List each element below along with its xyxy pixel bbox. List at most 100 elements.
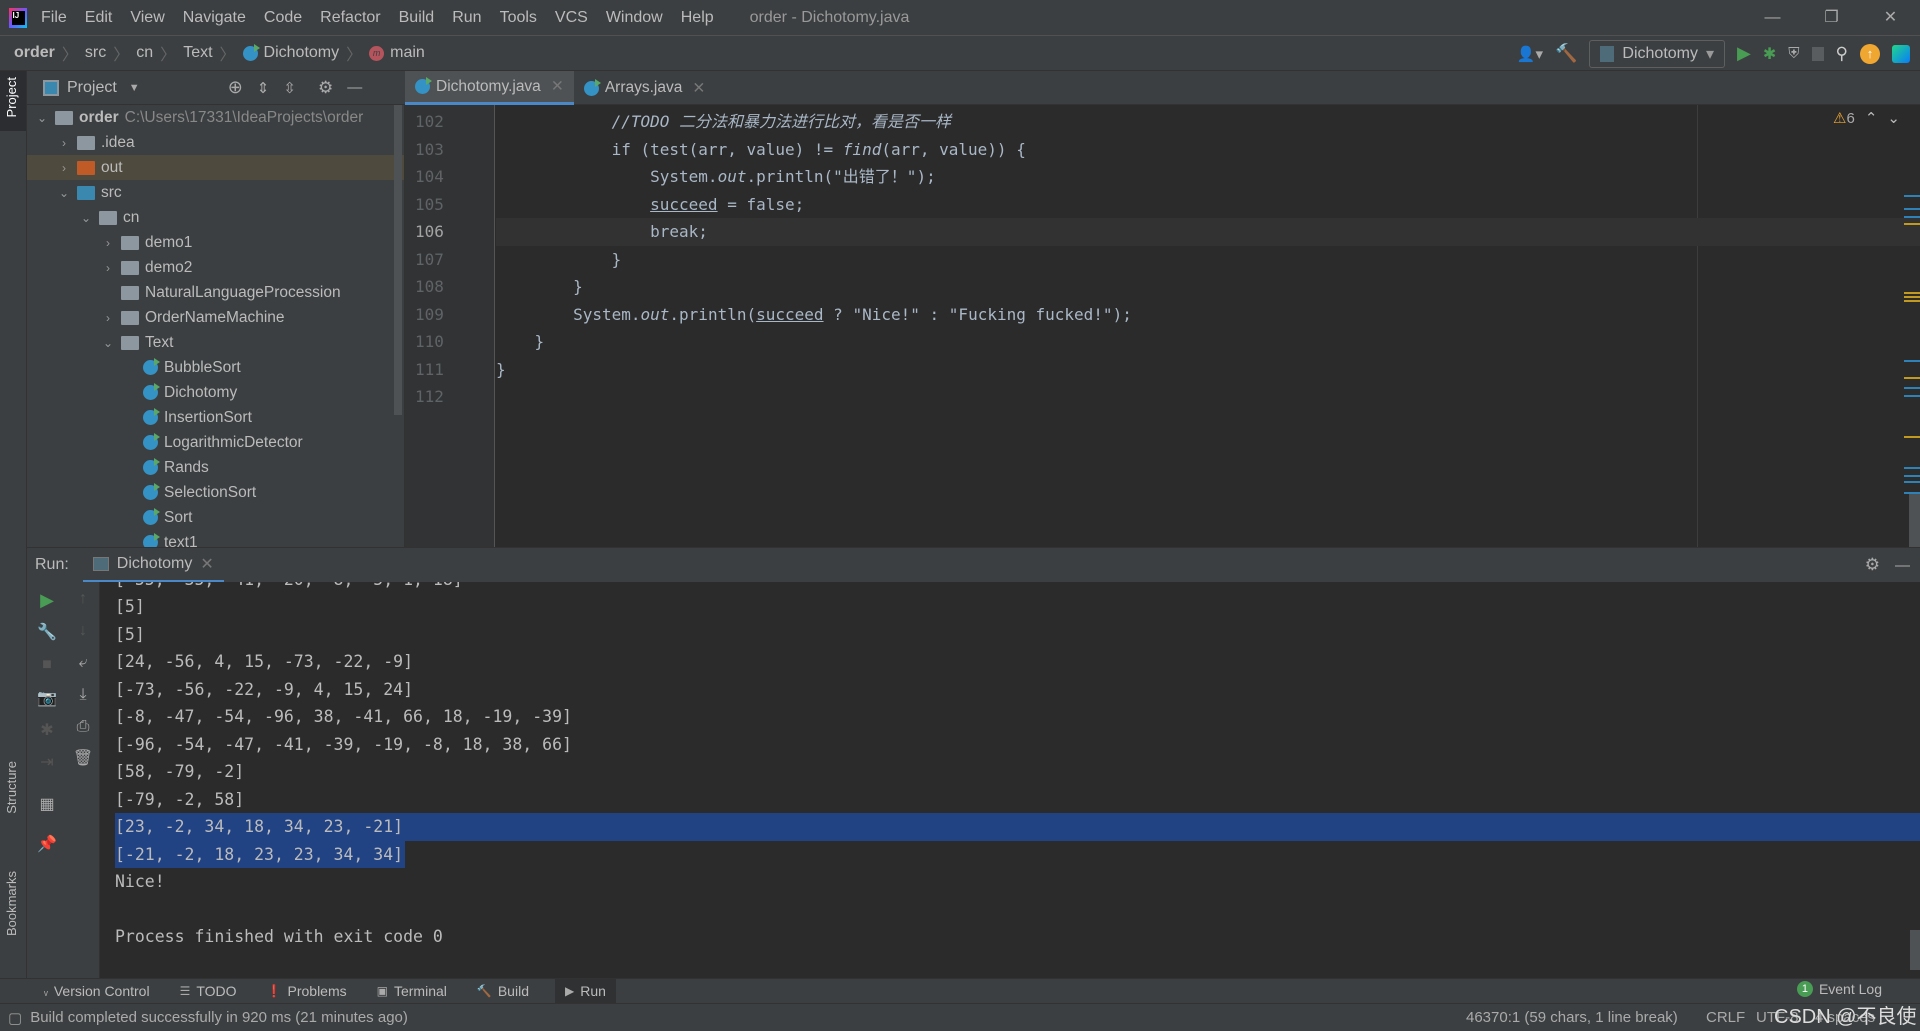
wrench-icon[interactable]: 🔧 <box>27 622 67 642</box>
tree-item-insertionsort[interactable]: InsertionSort <box>27 405 404 430</box>
code-line[interactable]: } <box>496 328 1920 356</box>
tool-tab-todo[interactable]: ☰ TODO <box>176 979 241 1004</box>
tab-dichotomy-java[interactable]: Dichotomy.java ✕ <box>405 71 574 105</box>
debug-icon[interactable]: ✱ <box>27 720 67 740</box>
tool-tab-problems[interactable]: ❗ Problems <box>263 979 351 1004</box>
breadcrumb-dichotomy[interactable]: Dichotomy <box>242 43 339 62</box>
project-tool-button[interactable]: Project <box>4 77 19 117</box>
tree-item-cn[interactable]: ⌄ cn <box>27 205 404 230</box>
console-output[interactable]: [-55, -35, -41, -20, -8, -5, 1, 18] [5] [… <box>100 582 1920 978</box>
tree-item-demo1[interactable]: › demo1 <box>27 230 404 255</box>
tree-item-naturallanguageprocession[interactable]: NaturalLanguageProcession <box>27 280 404 305</box>
menu-build[interactable]: Build <box>399 9 435 27</box>
up-arrow-icon[interactable]: ↑ <box>67 590 99 608</box>
code-line[interactable]: //TODO 二分法和暴力法进行比对，看是否一样 <box>496 108 1920 136</box>
down-arrow-icon[interactable]: ↓ <box>67 622 99 640</box>
code-line[interactable]: } <box>496 273 1920 301</box>
search-icon[interactable]: ⚲ <box>1836 44 1848 64</box>
close-tab-icon[interactable]: ✕ <box>551 77 564 96</box>
code-line[interactable]: } <box>496 356 1920 384</box>
expand-arrow-icon[interactable]: › <box>101 311 115 325</box>
print-icon[interactable]: ⎙ <box>67 718 99 736</box>
stop-icon[interactable] <box>1811 46 1824 61</box>
update-icon[interactable]: ↑ <box>1860 43 1880 64</box>
soft-wrap-icon[interactable]: ⤶ <box>67 654 99 672</box>
tree-item-bubblesort[interactable]: BubbleSort <box>27 355 404 380</box>
next-highlight-icon[interactable]: ⌄ <box>1887 109 1900 127</box>
hide-icon[interactable]: — <box>1895 557 1910 574</box>
build-hammer-icon[interactable]: 🔨 <box>1555 43 1577 64</box>
run-configuration-select[interactable]: Dichotomy ▾ <box>1589 39 1726 68</box>
tool-tab-terminal[interactable]: ▣ Terminal <box>373 979 451 1004</box>
console-scrollbar[interactable] <box>1910 930 1920 970</box>
status-message[interactable]: Build completed successfully in 920 ms (… <box>30 1009 408 1026</box>
tree-item-idea[interactable]: › .idea <box>27 130 404 155</box>
locate-icon[interactable]: ⊕ <box>228 77 243 98</box>
plugin-icon[interactable] <box>1892 44 1910 63</box>
tool-tab-version-control[interactable]: ᵥ Version Control <box>40 979 154 1004</box>
camera-icon[interactable]: 📷 <box>27 688 67 708</box>
close-tab-icon[interactable]: ✕ <box>200 554 213 574</box>
tree-item-dichotomy[interactable]: Dichotomy <box>27 380 404 405</box>
minimize-button[interactable]: — <box>1743 0 1802 36</box>
trash-icon[interactable]: 🗑 <box>67 748 99 768</box>
exit-icon[interactable]: ⇥ <box>27 752 67 772</box>
expand-all-icon[interactable]: ⇕ <box>257 79 270 97</box>
code-line[interactable]: if (test(arr, value) != find(arr, value)… <box>496 136 1920 164</box>
code-line[interactable]: System.out.println("出错了！"); <box>496 163 1920 191</box>
chevron-down-icon[interactable]: ▼ <box>129 82 140 94</box>
tree-item-selectionsort[interactable]: SelectionSort <box>27 480 404 505</box>
pin-icon[interactable]: 📌 <box>27 834 67 854</box>
menu-run[interactable]: Run <box>452 9 481 27</box>
menu-code[interactable]: Code <box>264 9 302 27</box>
layout-icon[interactable]: ▦ <box>27 794 67 814</box>
expand-arrow-icon[interactable]: › <box>57 161 71 175</box>
tree-item-logarithmicdetector[interactable]: LogarithmicDetector <box>27 430 404 455</box>
menu-vcs[interactable]: VCS <box>555 9 588 27</box>
menu-navigate[interactable]: Navigate <box>183 9 246 27</box>
rerun-icon[interactable]: ▶ <box>27 590 67 611</box>
tree-item-ordernamemachine[interactable]: › OrderNameMachine <box>27 305 404 330</box>
breadcrumb-cn[interactable]: cn <box>136 44 153 62</box>
code-line[interactable]: succeed = false; <box>496 191 1920 219</box>
gear-icon[interactable]: ⚙ <box>318 78 333 98</box>
tree-item-sort[interactable]: Sort <box>27 505 404 530</box>
scroll-to-end-icon[interactable]: ⤓ <box>67 686 99 704</box>
menu-refactor[interactable]: Refactor <box>320 9 380 27</box>
code-editor[interactable]: 102 103 104 105 106 107 108 109 110 111 112 //TODO… <box>405 105 1920 547</box>
expand-arrow-icon[interactable]: ⌄ <box>101 336 115 350</box>
tree-item-demo2[interactable]: › demo2 <box>27 255 404 280</box>
collapse-all-icon[interactable]: ⇳ <box>283 79 296 97</box>
expand-arrow-icon[interactable]: › <box>101 261 115 275</box>
tab-arrays-java[interactable]: Arrays.java ✕ <box>574 71 716 105</box>
structure-tool-button[interactable]: Structure <box>4 761 19 814</box>
breadcrumb-text[interactable]: Text <box>183 44 212 62</box>
expand-arrow-icon[interactable]: ⌄ <box>57 186 71 200</box>
restore-button[interactable]: ❐ <box>1802 0 1861 36</box>
close-button[interactable]: ✕ <box>1861 0 1920 36</box>
expand-arrow-icon[interactable]: ⌄ <box>79 211 93 225</box>
menu-tools[interactable]: Tools <box>500 9 537 27</box>
editor-scrollbar[interactable] <box>1909 494 1920 547</box>
tree-item-rands[interactable]: Rands <box>27 455 404 480</box>
gear-icon[interactable]: ⚙ <box>1865 555 1880 575</box>
tree-item-text1[interactable]: text1 <box>27 530 404 547</box>
tool-tab-run[interactable]: ▶ Run <box>554 978 616 1004</box>
menu-file[interactable]: File <box>41 9 67 27</box>
stop-icon[interactable]: ■ <box>27 656 67 674</box>
code-line[interactable] <box>496 383 1920 411</box>
tree-item-out[interactable]: › out <box>27 155 404 180</box>
tool-tab-build[interactable]: 🔨 Build <box>473 979 533 1004</box>
breadcrumb-main[interactable]: m main <box>369 44 425 62</box>
debug-icon[interactable]: ✱ <box>1763 44 1776 64</box>
run-tab-dichotomy[interactable]: Dichotomy ✕ <box>82 548 224 583</box>
previous-highlight-icon[interactable]: ⌃ <box>1865 109 1878 127</box>
tree-item-src[interactable]: ⌄ src <box>27 180 404 205</box>
inspection-widget[interactable]: ⚠6 ⌃ ⌄ <box>1833 109 1900 127</box>
bookmarks-tool-button[interactable]: Bookmarks <box>4 871 19 936</box>
breadcrumb-order[interactable]: order <box>14 44 55 62</box>
line-separator[interactable]: CRLF <box>1706 1009 1745 1026</box>
code-line[interactable]: System.out.println(succeed ? "Nice!" : "… <box>496 301 1920 329</box>
hide-icon[interactable]: — <box>347 79 362 96</box>
menu-window[interactable]: Window <box>606 9 663 27</box>
